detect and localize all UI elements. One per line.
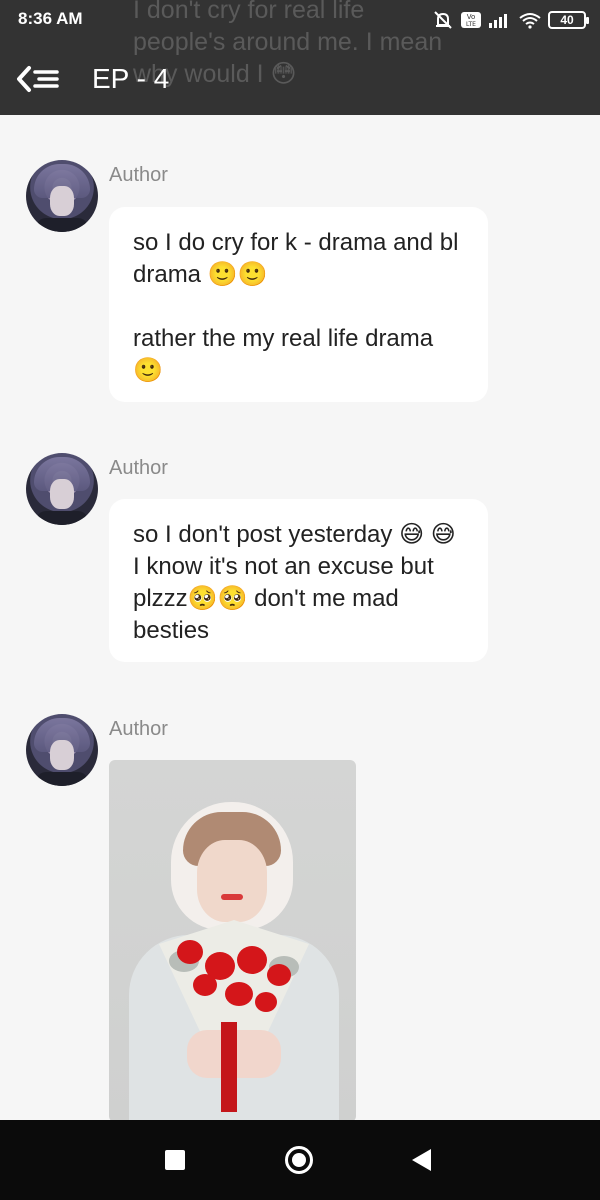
svg-text:LTE: LTE	[466, 21, 476, 28]
notifications-off-icon	[434, 11, 452, 29]
wifi-icon	[519, 13, 541, 29]
avatar[interactable]	[26, 453, 98, 525]
background-ghost-text: I don't cry for real life people's aroun…	[133, 0, 443, 88]
battery-icon: 40	[548, 11, 589, 29]
message-text: rather the my real life drama 🙂	[133, 325, 434, 384]
avatar[interactable]	[26, 160, 98, 232]
home-button[interactable]	[285, 1146, 313, 1174]
volte-icon: Vo LTE	[461, 12, 481, 28]
message-text: so I do cry for k - drama and bl drama 🙂…	[133, 229, 459, 288]
episode-title: EP - 4	[92, 63, 170, 94]
svg-text:Vo: Vo	[467, 13, 476, 21]
back-menu-button[interactable]	[14, 60, 62, 98]
system-back-button[interactable]	[412, 1149, 431, 1171]
signal-icon	[489, 14, 507, 28]
author-name[interactable]: Author	[109, 164, 168, 187]
author-name[interactable]: Author	[109, 457, 168, 480]
avatar[interactable]	[26, 714, 98, 786]
status-icons: Vo LTE 40	[432, 8, 589, 32]
message-bubble: so I do cry for k - drama and bl drama 🙂…	[109, 207, 488, 402]
recent-apps-button[interactable]	[165, 1150, 185, 1170]
message-bubble: so I don't post yesterday 😅 😅 I know it'…	[109, 499, 488, 662]
author-name[interactable]: Author	[109, 718, 168, 741]
system-navigation-bar	[0, 1120, 600, 1200]
top-app-bar: I don't cry for real life people's aroun…	[0, 0, 600, 115]
message-image[interactable]	[109, 760, 356, 1122]
back-list-icon	[17, 66, 59, 92]
battery-level: 40	[560, 13, 574, 27]
status-time: 8:36 AM	[18, 9, 83, 28]
message-text: so I don't post yesterday 😅 😅 I know it'…	[133, 521, 456, 644]
